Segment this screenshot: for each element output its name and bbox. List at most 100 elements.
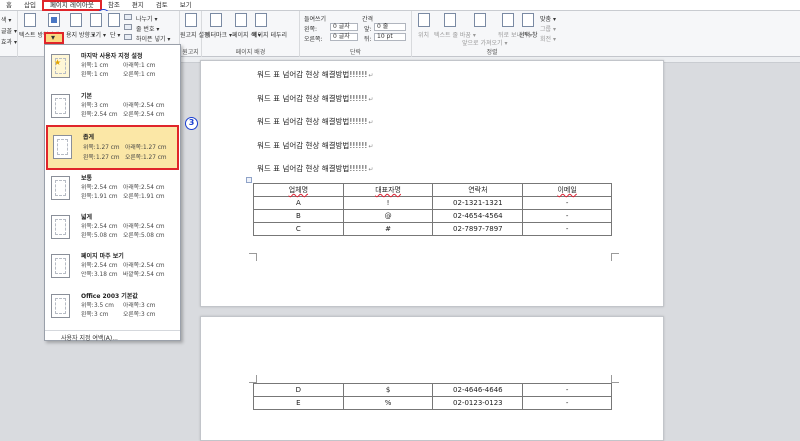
wrap-text-icon[interactable]: [444, 13, 456, 27]
custom-margins-menu-item[interactable]: 사용자 지정 여백(A)...: [61, 333, 118, 342]
table-cell[interactable]: A: [253, 196, 344, 210]
bring-forward-button[interactable]: 앞으로 가져오기 ▾: [462, 38, 507, 47]
line-numbers-icon: [124, 24, 132, 30]
spacing-after-label: 뒤:: [364, 36, 372, 43]
table-cell[interactable]: E: [253, 396, 344, 410]
table-cell[interactable]: B: [253, 209, 344, 223]
page-color-icon[interactable]: [235, 13, 247, 27]
margin-option-office-2003[interactable]: Office 2003 기본값 위쪽:3.5 cm 아래쪽:3 cm 왼쪽:3 c…: [46, 291, 179, 327]
table-header-cell: 업체명: [253, 183, 344, 197]
tab-page-layout[interactable]: 페이지 레이아웃: [41, 0, 102, 11]
margin-option-row: 위쪽:2.54 cm 아래쪽:2.54 cm: [81, 224, 165, 230]
margin-option-row: 위쪽:2.54 cm 아래쪽:2.54 cm: [81, 263, 165, 269]
send-backward-icon[interactable]: [502, 13, 514, 27]
doc-line: 워드 표 넘어감 현상 해결방법!!!!!!↵: [257, 140, 373, 151]
margin-preview-icon: [51, 215, 70, 239]
page-borders-button[interactable]: 페이지 테두리: [252, 30, 287, 39]
position-icon[interactable]: [418, 13, 430, 27]
table-cell[interactable]: #: [342, 222, 434, 236]
table-cell[interactable]: -: [522, 222, 612, 236]
table-cell[interactable]: D: [253, 383, 344, 397]
table-row: C # 02-7897-7897 -: [253, 222, 612, 236]
margin-option-mirrored[interactable]: 페이지 마주 보기 위쪽:2.54 cm 아래쪽:2.54 cm 안쪽:3.18 …: [46, 251, 179, 287]
table-cell[interactable]: 02-4654-4564: [432, 209, 524, 223]
header-text: 업체명: [288, 186, 309, 194]
table-cell[interactable]: 02-7897-7897: [432, 222, 524, 236]
paragraph-mark: ↵: [368, 96, 374, 103]
table-cell[interactable]: 02-4646-4646: [432, 383, 524, 397]
arrange-group: 위치 텍스트 줄 바꿈 ▾ 앞으로 가져오기 ▾ 뒤로 보내기 ▾ 선택 창 맞…: [412, 11, 572, 57]
table-cell[interactable]: $: [342, 383, 434, 397]
paragraph-mark: ↵: [368, 72, 374, 79]
spacing-after-input[interactable]: 10 pt: [374, 33, 406, 41]
rotate-button[interactable]: 회전 ▾: [540, 34, 556, 43]
text-direction-icon[interactable]: [24, 13, 36, 27]
doc-line-text: 워드 표 넘어감 현상 해결방법!!!!!!: [257, 94, 368, 103]
table-header-cell: 대표자명: [342, 183, 434, 197]
margin-option-last-custom[interactable]: ★ 마지막 사용자 지정 설정 위쪽:1 cm 아래쪽:1 cm 왼쪽:1 cm 오…: [46, 51, 179, 87]
position-button[interactable]: 위치: [418, 30, 429, 39]
indent-right-input[interactable]: 0 글자: [330, 33, 358, 41]
bring-forward-icon[interactable]: [474, 13, 486, 27]
margin-option-row: 위쪽:3 cm 아래쪽:2.54 cm: [81, 103, 165, 109]
watermark-button[interactable]: 워터마크 ▾: [205, 30, 232, 39]
margin-corner-mark: [249, 253, 257, 261]
orientation-icon[interactable]: [70, 13, 82, 27]
theme-effects-button[interactable]: 효과 ▾: [1, 37, 17, 46]
table-cell[interactable]: @: [342, 209, 434, 223]
table-cell[interactable]: 02-0123-0123: [432, 396, 524, 410]
margin-option-name: 좁게: [83, 134, 95, 141]
margins-icon[interactable]: [48, 13, 60, 27]
doc-line-text: 워드 표 넘어감 현상 해결방법!!!!!!: [257, 164, 368, 173]
theme-colors-button[interactable]: 색 ▾: [1, 15, 11, 24]
margin-option-default[interactable]: 기본 위쪽:3 cm 아래쪽:2.54 cm 왼쪽:2.54 cm 오른쪽:2.54…: [46, 91, 179, 127]
margin-option-row: 왼쪽:2.54 cm 오른쪽:2.54 cm: [81, 112, 165, 118]
margin-option-wide[interactable]: 넓게 위쪽:2.54 cm 아래쪽:2.54 cm 왼쪽:5.08 cm 오른쪽:5…: [46, 212, 179, 248]
size-label[interactable]: 크기 ▾: [90, 30, 106, 39]
tab-review[interactable]: 검토: [150, 0, 174, 11]
table-cell[interactable]: 02-1321-1321: [432, 196, 524, 210]
contacts-table-page1: 업체명 대표자명 연락처 이메일 A ! 02-1321-1321 - B @ …: [253, 183, 612, 236]
tab-insert[interactable]: 삽입: [18, 0, 42, 11]
table-row: A ! 02-1321-1321 -: [253, 196, 612, 210]
table-cell[interactable]: -: [522, 383, 612, 397]
table-cell[interactable]: -: [522, 396, 612, 410]
margin-option-narrow[interactable]: 좁게 위쪽:1.27 cm 아래쪽:1.27 cm 왼쪽:1.27 cm 오른쪽:1…: [46, 125, 179, 170]
margin-option-name: 넓게: [81, 214, 93, 221]
watermark-icon[interactable]: [210, 13, 222, 27]
align-button[interactable]: 맞춤 ▾: [540, 14, 556, 23]
paragraph-mark: ↵: [368, 166, 374, 173]
hyphenation-button[interactable]: 하이픈 넣기 ▾: [136, 34, 170, 43]
table-cell[interactable]: -: [522, 209, 612, 223]
tab-home[interactable]: 홈: [0, 0, 18, 11]
selection-pane-button[interactable]: 선택 창: [519, 30, 537, 39]
size-icon[interactable]: [90, 13, 102, 27]
table-cell[interactable]: %: [342, 396, 434, 410]
margin-option-normal[interactable]: 보통 위쪽:2.54 cm 아래쪽:2.54 cm 왼쪽:1.91 cm 오른쪽:1…: [46, 173, 179, 209]
manuscript-icon[interactable]: [185, 13, 197, 27]
manuscript-group-label: 원고지: [182, 49, 199, 56]
selection-pane-icon[interactable]: [522, 13, 534, 27]
table-row: B @ 02-4654-4564 -: [253, 209, 612, 223]
columns-label[interactable]: 단 ▾: [110, 30, 120, 39]
spacing-before-input[interactable]: 0 줄: [374, 23, 406, 31]
table-cell[interactable]: -: [522, 196, 612, 210]
line-numbers-button[interactable]: 줄 번호 ▾: [136, 24, 159, 33]
table-cell[interactable]: !: [342, 196, 434, 210]
table-cell[interactable]: C: [253, 222, 344, 236]
table-move-handle-icon[interactable]: [246, 177, 252, 183]
tab-view[interactable]: 보기: [174, 0, 198, 11]
doc-line: 워드 표 넘어감 현상 해결방법!!!!!!↵: [257, 163, 373, 174]
margin-preview-icon: [51, 254, 70, 278]
group-button[interactable]: 그룹 ▾: [540, 24, 556, 33]
table-header-cell: 이메일: [522, 183, 612, 197]
page-borders-icon[interactable]: [255, 13, 267, 27]
indent-left-input[interactable]: 0 글자: [330, 23, 358, 31]
columns-icon[interactable]: [108, 13, 120, 27]
breaks-button[interactable]: 나누기 ▾: [136, 14, 157, 23]
table-row: D $ 02-4646-4646 -: [253, 383, 612, 397]
margins-dropdown-button[interactable]: [44, 32, 64, 44]
tab-mailings[interactable]: 편지: [126, 0, 150, 11]
theme-fonts-button[interactable]: 글꼴 ▾: [1, 26, 17, 35]
doc-line-text: 워드 표 넘어감 현상 해결방법!!!!!!: [257, 141, 368, 150]
